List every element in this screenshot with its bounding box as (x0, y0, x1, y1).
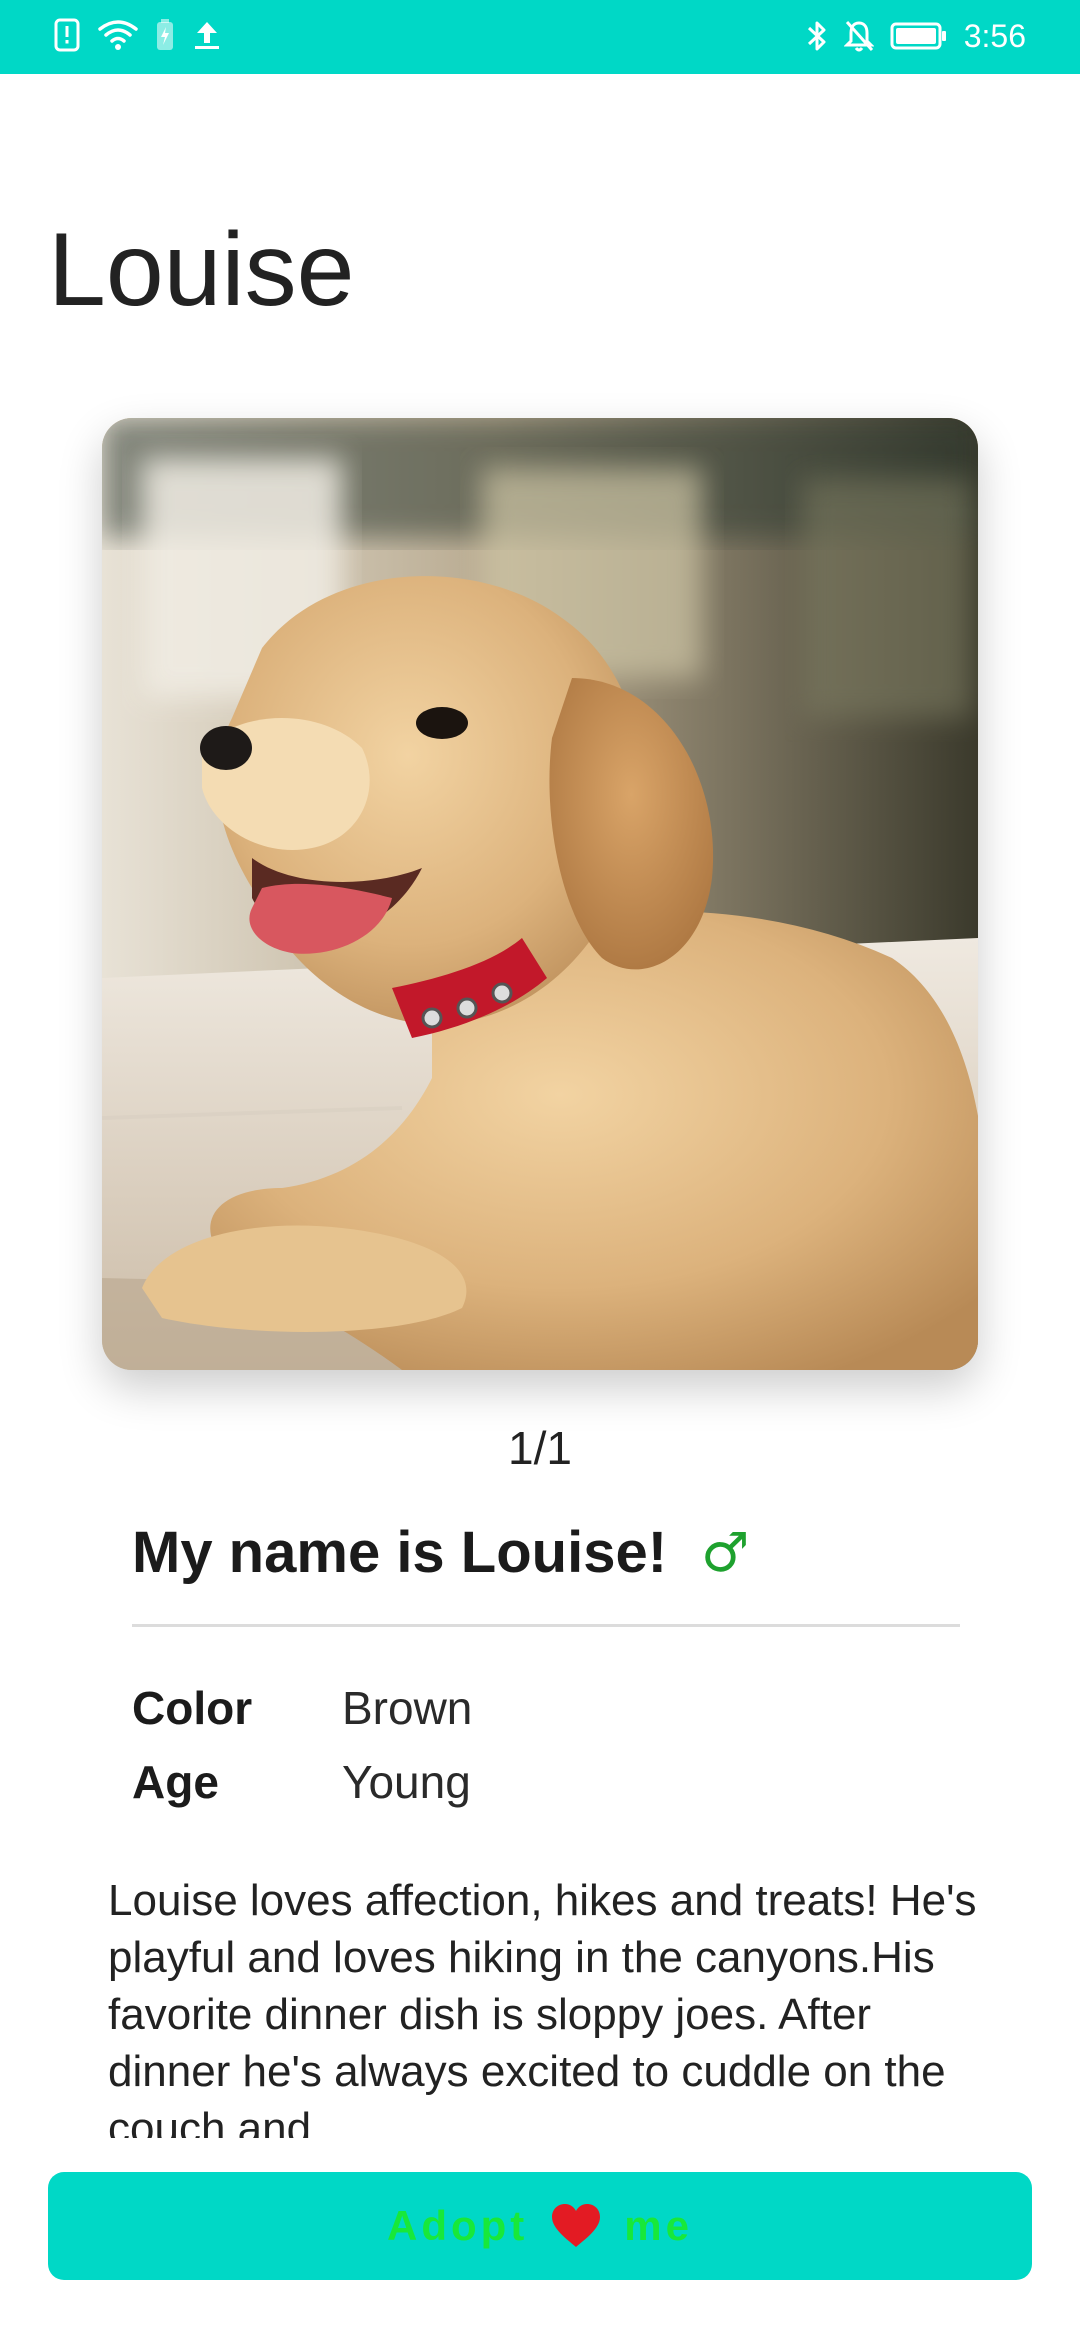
puppy-image (102, 418, 978, 1370)
status-left-icons (54, 18, 222, 52)
pet-heading: My name is Louise! ♂ (132, 1518, 749, 1588)
male-icon: ♂ (701, 1521, 750, 1584)
attribute-label: Color (132, 1682, 253, 1734)
pet-bio: Louise loves affection, hikes and treats… (108, 1876, 977, 2138)
adopt-button-label-end: me (624, 2202, 693, 2249)
pet-photo[interactable] (102, 418, 978, 1370)
adopt-button-label-start: Adopt (387, 2202, 529, 2249)
attribute-value: Young (342, 1756, 471, 1808)
upload-icon (192, 19, 222, 51)
wifi-icon (98, 19, 138, 51)
photo-pager: 1/1 (508, 1422, 572, 1474)
status-right-icons: 3:56 (806, 16, 1026, 56)
attribute-row-age: Age Young (132, 1752, 960, 1812)
battery-icon (890, 21, 948, 51)
page-title: Louise (48, 212, 355, 328)
attribute-label: Age (132, 1756, 219, 1808)
divider (132, 1624, 960, 1627)
bluetooth-icon (806, 19, 828, 53)
battery-saver-icon (156, 19, 174, 51)
status-bar: 3:56 (0, 0, 1080, 74)
notifications-off-icon (843, 19, 874, 53)
attribute-row-color: Color Brown (132, 1678, 960, 1738)
status-time: 3:56 (963, 18, 1026, 54)
pet-detail-screen: 3:56 Louise 1/1 My name is Louise! ♂ Col… (0, 0, 1080, 2340)
attribute-value: Brown (342, 1682, 473, 1734)
pet-heading-text: My name is Louise! (132, 1520, 668, 1585)
alert-icon (54, 18, 80, 52)
heart-icon (550, 2203, 602, 2249)
adopt-button[interactable]: Adopt me (48, 2172, 1032, 2280)
